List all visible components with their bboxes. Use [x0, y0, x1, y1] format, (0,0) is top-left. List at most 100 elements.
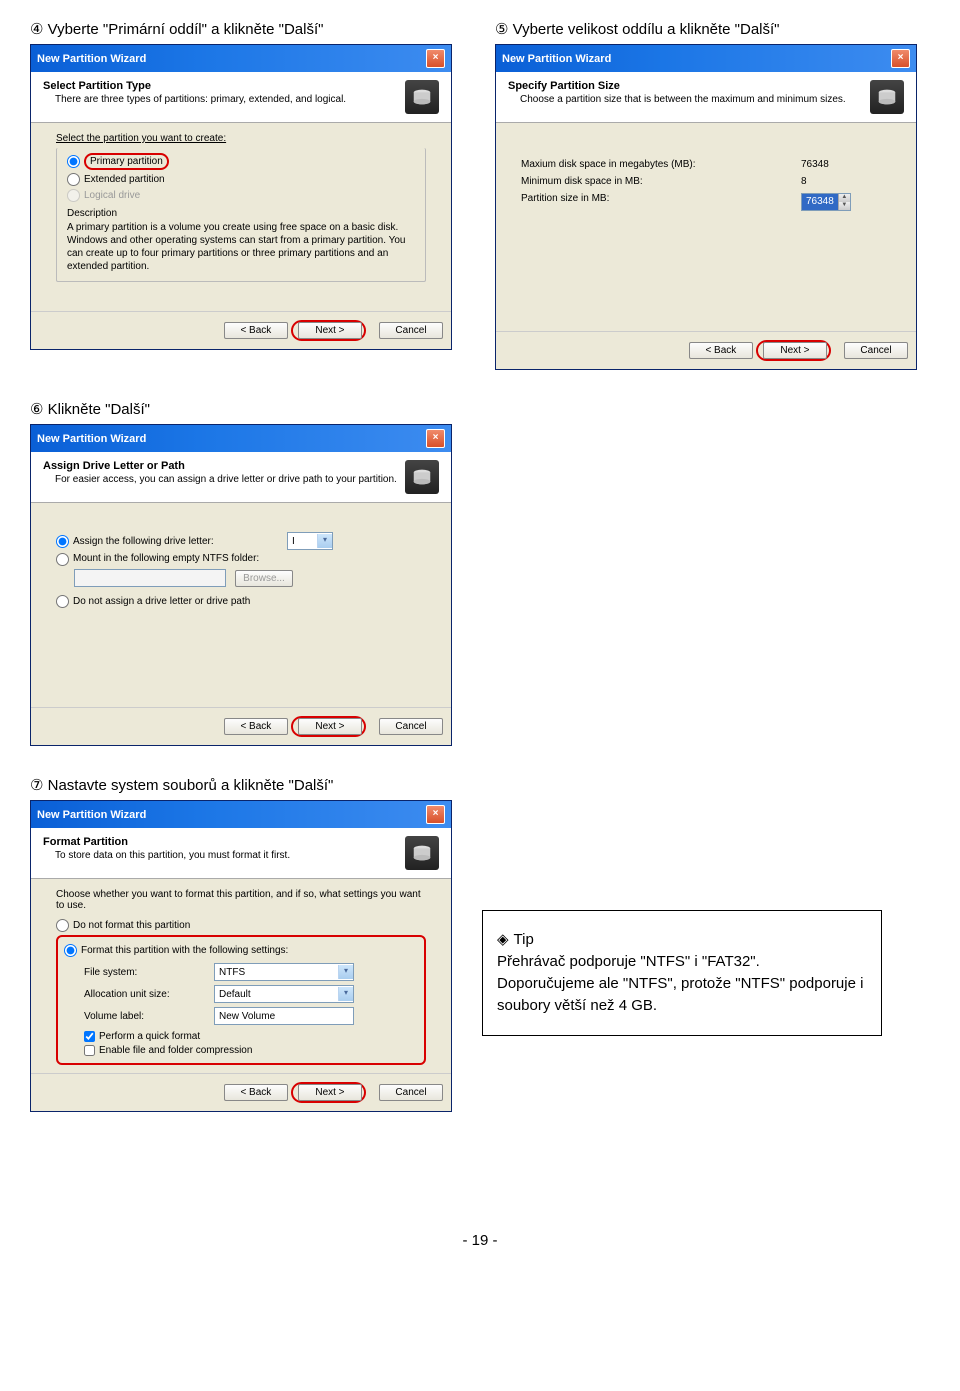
titlebar: New Partition Wizard × [31, 801, 451, 828]
opt-none-label: Do not assign a drive letter or drive pa… [73, 596, 250, 607]
size-input[interactable]: 76348 ▲▼ [801, 193, 851, 211]
step7-label: ⑦ Nastavte system souborů a klikněte "Da… [30, 776, 930, 794]
step5-label: ⑤ Vyberte velikost oddílu a klikněte "Da… [495, 20, 930, 38]
quick-label: Perform a quick format [99, 1031, 200, 1042]
wizard-7: New Partition Wizard × Format Partition … [30, 800, 452, 1112]
cancel-button[interactable]: Cancel [379, 1084, 443, 1101]
format-prompt: Choose whether you want to format this p… [56, 889, 426, 911]
radio-assign[interactable]: Assign the following drive letter: I ▾ [56, 532, 426, 550]
chk-quick[interactable]: Perform a quick format [84, 1031, 418, 1042]
opt-format-label: Format this partition with the following… [81, 945, 288, 956]
radio-none[interactable]: Do not assign a drive letter or drive pa… [56, 595, 426, 608]
window-title: New Partition Wizard [502, 53, 611, 65]
next-button[interactable]: Next > [763, 342, 827, 359]
header-title: Assign Drive Letter or Path [43, 460, 397, 472]
chevron-down-icon: ▾ [338, 987, 353, 1001]
opt-primary-label: Primary partition [84, 153, 169, 170]
wizard-4: New Partition Wizard × Select Partition … [30, 44, 452, 350]
radio-format[interactable]: Format this partition with the following… [64, 944, 418, 957]
tip-title: Tip [497, 929, 867, 951]
desc-label: Description [67, 208, 415, 219]
close-icon[interactable]: × [426, 429, 445, 448]
titlebar: New Partition Wizard × [31, 425, 451, 452]
radio-extended[interactable]: Extended partition [67, 173, 415, 186]
alloc-value: Default [219, 989, 251, 1000]
chk-compress[interactable]: Enable file and folder compression [84, 1045, 418, 1056]
vol-value: New Volume [219, 1011, 275, 1022]
disk-icon [405, 460, 439, 494]
disk-icon [870, 80, 904, 114]
close-icon[interactable]: × [891, 49, 910, 68]
next-button[interactable]: Next > [298, 322, 362, 339]
spin-up-icon[interactable]: ▲ [838, 194, 850, 202]
size-value: 76348 [802, 194, 838, 210]
radio-mount[interactable]: Mount in the following empty NTFS folder… [56, 553, 426, 566]
opt-assign-label: Assign the following drive letter: [73, 536, 283, 547]
wizard-header: Specify Partition Size Choose a partitio… [496, 72, 916, 123]
cancel-button[interactable]: Cancel [379, 322, 443, 339]
page-number: - 19 - [30, 1232, 930, 1249]
spin-down-icon[interactable]: ▼ [838, 202, 850, 210]
window-title: New Partition Wizard [37, 53, 146, 65]
header-sub: To store data on this partition, you mus… [55, 850, 290, 861]
next-button[interactable]: Next > [298, 718, 362, 735]
wizard-footer: < Back Next > Cancel [31, 1073, 451, 1111]
desc-text: A primary partition is a volume you crea… [67, 221, 415, 273]
browse-button[interactable]: Browse... [235, 570, 293, 587]
titlebar: New Partition Wizard × [496, 45, 916, 72]
window-title: New Partition Wizard [37, 433, 146, 445]
close-icon[interactable]: × [426, 49, 445, 68]
opt-noformat-label: Do not format this partition [73, 920, 190, 931]
disk-icon [405, 836, 439, 870]
drive-letter-combo[interactable]: I ▾ [287, 532, 333, 550]
mount-path-input[interactable] [74, 569, 226, 587]
step6-label: ⑥ Klikněte "Další" [30, 400, 930, 418]
header-title: Select Partition Type [43, 80, 346, 92]
close-icon[interactable]: × [426, 805, 445, 824]
header-sub: There are three types of partitions: pri… [55, 94, 346, 105]
min-label: Minimum disk space in MB: [521, 176, 643, 187]
wizard-header: Format Partition To store data on this p… [31, 828, 451, 879]
fs-combo[interactable]: NTFS ▾ [214, 963, 354, 981]
cancel-button[interactable]: Cancel [844, 342, 908, 359]
back-button[interactable]: < Back [224, 1084, 288, 1101]
prompt: Select the partition you want to create: [56, 133, 426, 144]
header-sub: Choose a partition size that is between … [520, 94, 846, 105]
chevron-down-icon: ▾ [338, 965, 353, 979]
wizard-footer: < Back Next > Cancel [496, 331, 916, 369]
disk-icon [405, 80, 439, 114]
opt-extended-label: Extended partition [84, 174, 165, 185]
wizard-5: New Partition Wizard × Specify Partition… [495, 44, 917, 370]
radio-noformat[interactable]: Do not format this partition [56, 919, 426, 932]
back-button[interactable]: < Back [689, 342, 753, 359]
max-label: Maxium disk space in megabytes (MB): [521, 159, 696, 170]
drive-letter: I [292, 536, 295, 547]
back-button[interactable]: < Back [224, 322, 288, 339]
vol-input[interactable]: New Volume [214, 1007, 354, 1025]
radio-logical: Logical drive [67, 189, 415, 202]
cancel-button[interactable]: Cancel [379, 718, 443, 735]
titlebar: New Partition Wizard × [31, 45, 451, 72]
wizard-footer: < Back Next > Cancel [31, 311, 451, 349]
next-button[interactable]: Next > [298, 1084, 362, 1101]
min-value: 8 [801, 176, 891, 187]
back-button[interactable]: < Back [224, 718, 288, 735]
tip-line2: Doporučujeme ale "NTFS", protože "NTFS" … [497, 973, 867, 1017]
compress-label: Enable file and folder compression [99, 1045, 252, 1056]
fs-label: File system: [84, 967, 194, 978]
alloc-combo[interactable]: Default ▾ [214, 985, 354, 1003]
opt-logical-label: Logical drive [84, 190, 140, 201]
header-title: Format Partition [43, 836, 290, 848]
wizard-footer: < Back Next > Cancel [31, 707, 451, 745]
radio-primary[interactable]: Primary partition [67, 153, 415, 170]
fs-value: NTFS [219, 967, 245, 978]
step4-label: ④ Vyberte "Primární oddíl" a klikněte "D… [30, 20, 465, 38]
wizard-header: Assign Drive Letter or Path For easier a… [31, 452, 451, 503]
alloc-label: Allocation unit size: [84, 989, 194, 1000]
window-title: New Partition Wizard [37, 809, 146, 821]
tip-box: Tip Přehrávač podporuje "NTFS" i "FAT32"… [482, 910, 882, 1036]
chevron-down-icon: ▾ [317, 534, 332, 548]
wizard-6: New Partition Wizard × Assign Drive Lett… [30, 424, 452, 746]
vol-label: Volume label: [84, 1011, 194, 1022]
max-value: 76348 [801, 159, 891, 170]
